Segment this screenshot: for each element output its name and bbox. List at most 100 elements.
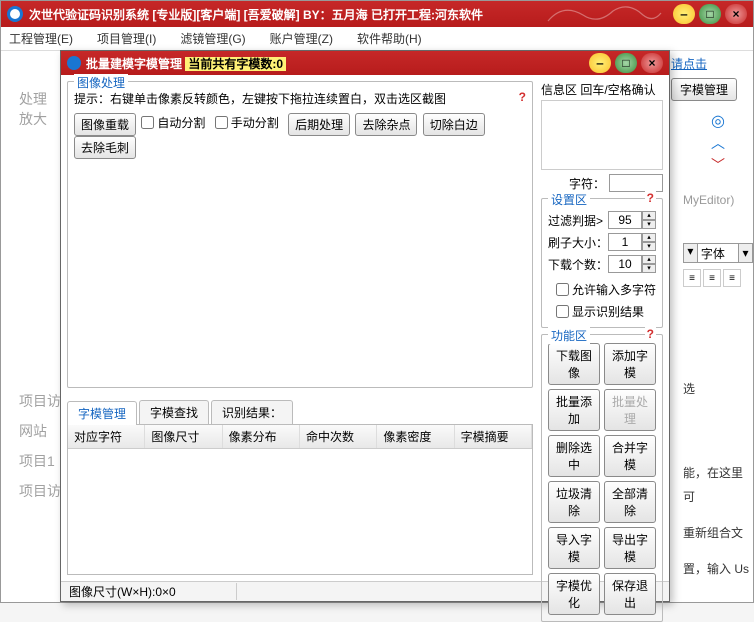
auto-split-checkbox[interactable]: 自动分割: [141, 114, 205, 131]
model-count: 当前共有字模数:0: [185, 57, 286, 71]
add-model-button[interactable]: 添加字模: [604, 343, 656, 385]
dialog-minimize-button[interactable]: ‒: [589, 53, 611, 73]
dialog-titlebar[interactable]: 批量建模字模管理 当前共有字模数:0 ‒ □ ×: [61, 51, 669, 75]
char-input[interactable]: [609, 174, 663, 192]
batch-process-button[interactable]: 批量处理: [604, 389, 656, 431]
filter-label: 过滤判据>: [548, 212, 603, 229]
info-title: 信息区 回车/空格确认: [541, 81, 663, 98]
menu-help[interactable]: 软件帮助(H): [357, 30, 422, 47]
bg-label: 项目1: [19, 451, 55, 471]
reload-image-button[interactable]: 图像重载: [74, 113, 136, 136]
delete-selected-button[interactable]: 删除选中: [548, 435, 600, 477]
align-icon[interactable]: ≡: [683, 269, 701, 287]
main-minimize-button[interactable]: ‒: [673, 4, 695, 24]
main-maximize-button[interactable]: □: [699, 4, 721, 24]
col-summary[interactable]: 字模摘要: [455, 425, 532, 448]
tab-recognize-result[interactable]: 识别结果：: [211, 400, 293, 424]
spin-up-button[interactable]: ▴: [642, 233, 656, 242]
col-size[interactable]: 图像尺寸: [145, 425, 222, 448]
filter-input[interactable]: [608, 211, 642, 229]
model-table[interactable]: 对应字符 图像尺寸 像素分布 命中次数 像素密度 字模摘要: [67, 425, 533, 575]
help-icon[interactable]: ?: [645, 327, 656, 341]
right-panel: ◎ ︿ ﹀ MyEditor) ▾ 字体 ▾ ≡ ≡ ≡ 选 能，在这里可 重新…: [683, 111, 753, 581]
export-model-button[interactable]: 导出字模: [604, 527, 656, 569]
click-link[interactable]: 请点击: [671, 57, 707, 71]
denoise-button[interactable]: 去除杂点: [355, 113, 417, 136]
col-hits[interactable]: 命中次数: [300, 425, 377, 448]
font-prev-button[interactable]: ▾: [683, 243, 697, 263]
font-select[interactable]: 字体: [697, 243, 739, 263]
arrow-up-icon[interactable]: ︿: [711, 133, 725, 153]
main-close-button[interactable]: ×: [725, 4, 747, 24]
dialog-maximize-button[interactable]: □: [615, 53, 637, 73]
spin-down-button[interactable]: ▾: [642, 264, 656, 273]
trim-white-button[interactable]: 切除白边: [423, 113, 485, 136]
spin-up-button[interactable]: ▴: [642, 255, 656, 264]
manual-split-checkbox[interactable]: 手动分割: [215, 114, 279, 131]
post-process-button[interactable]: 后期处理: [288, 113, 350, 136]
dialog-close-button[interactable]: ×: [641, 53, 663, 73]
dialog-title: 批量建模字模管理 当前共有字模数:0: [86, 55, 589, 72]
image-canvas[interactable]: [74, 165, 526, 381]
menu-filter[interactable]: 滤镜管理(G): [180, 30, 245, 47]
spin-down-button[interactable]: ▾: [642, 242, 656, 251]
bg-label: 处理: [19, 89, 47, 109]
batch-model-dialog: 批量建模字模管理 当前共有字模数:0 ‒ □ × 图像处理 提示：右键单击像素反…: [60, 50, 670, 602]
bg-text: 能，在这里可: [683, 461, 753, 509]
function-group: 功能区 ? 下载图像 添加字模 批量添加 批量处理 删除选中 合并字模 垃圾清除…: [541, 334, 663, 622]
help-icon[interactable]: ?: [519, 90, 526, 104]
titlebar-swirl-decoration: [543, 1, 663, 27]
arrow-down-icon[interactable]: ﹀: [711, 155, 725, 175]
spin-down-button[interactable]: ▾: [642, 220, 656, 229]
font-dropdown-button[interactable]: ▾: [739, 243, 753, 263]
image-processing-group: 图像处理 提示：右键单击像素反转颜色，左键按下拖拉连续置白，双击选区截图 ? 图…: [67, 81, 533, 388]
bg-text: 选: [683, 377, 753, 401]
group-title: 功能区: [548, 327, 590, 344]
deburr-button[interactable]: 去除毛刺: [74, 136, 136, 159]
download-image-button[interactable]: 下载图像: [548, 343, 600, 385]
tab-model-manage[interactable]: 字模管理: [67, 401, 137, 425]
col-dist[interactable]: 像素分布: [223, 425, 300, 448]
bg-text: 置，输入 Us: [683, 557, 753, 581]
menu-item[interactable]: 项目管理(I): [97, 30, 156, 47]
multi-char-checkbox[interactable]: 允许输入多字符: [556, 281, 656, 298]
menu-account[interactable]: 账户管理(Z): [270, 30, 333, 47]
align-icon[interactable]: ≡: [723, 269, 741, 287]
myeditor-label: MyEditor): [683, 193, 753, 207]
dialog-icon: [67, 56, 81, 70]
info-box: [541, 100, 663, 170]
align-icon[interactable]: ≡: [703, 269, 721, 287]
col-density[interactable]: 像素密度: [377, 425, 454, 448]
menubar: 工程管理(E) 项目管理(I) 滤镜管理(G) 账户管理(Z) 软件帮助(H): [1, 27, 753, 51]
help-icon[interactable]: ?: [645, 191, 656, 205]
clear-all-button[interactable]: 全部清除: [604, 481, 656, 523]
bg-label: 网站: [19, 421, 47, 441]
merge-model-button[interactable]: 合并字模: [604, 435, 656, 477]
brush-label: 刷子大小：: [548, 234, 608, 251]
clear-trash-button[interactable]: 垃圾清除: [548, 481, 600, 523]
bg-label: 项目访: [19, 481, 61, 501]
brush-input[interactable]: [608, 233, 642, 251]
optimize-model-button[interactable]: 字模优化: [548, 573, 600, 615]
main-titlebar[interactable]: 次世代验证码识别系统 [专业版][客户端] [吾爱破解] BY：五月海 已打开工…: [1, 1, 753, 27]
show-result-checkbox[interactable]: 显示识别结果: [556, 303, 644, 320]
font-model-manage-button[interactable]: 字模管理: [671, 78, 737, 101]
spin-up-button[interactable]: ▴: [642, 211, 656, 220]
status-image-size: 图像尺寸(W×H):0×0: [69, 583, 237, 600]
menu-project[interactable]: 工程管理(E): [9, 30, 73, 47]
bg-label: 放大: [19, 109, 47, 129]
bg-text: 重新组合文: [683, 521, 753, 545]
batch-add-button[interactable]: 批量添加: [548, 389, 600, 431]
import-model-button[interactable]: 导入字模: [548, 527, 600, 569]
count-label: 下载个数：: [548, 256, 608, 273]
hint-text: 提示：右键单击像素反转颜色，左键按下拖拉连续置白，双击选区截图: [74, 92, 446, 106]
char-label: 字符：: [569, 175, 605, 192]
count-input[interactable]: [608, 255, 642, 273]
circle-icon[interactable]: ◎: [711, 111, 725, 131]
save-exit-button[interactable]: 保存退出: [604, 573, 656, 615]
settings-group: 设置区 ? 过滤判据> ▴▾ 刷子大小： ▴▾ 下载个数： ▴▾ 允许输入多字符…: [541, 198, 663, 328]
tab-model-search[interactable]: 字模查找: [139, 400, 209, 424]
group-title: 设置区: [548, 191, 590, 208]
group-title: 图像处理: [74, 74, 128, 91]
col-char[interactable]: 对应字符: [68, 425, 145, 448]
